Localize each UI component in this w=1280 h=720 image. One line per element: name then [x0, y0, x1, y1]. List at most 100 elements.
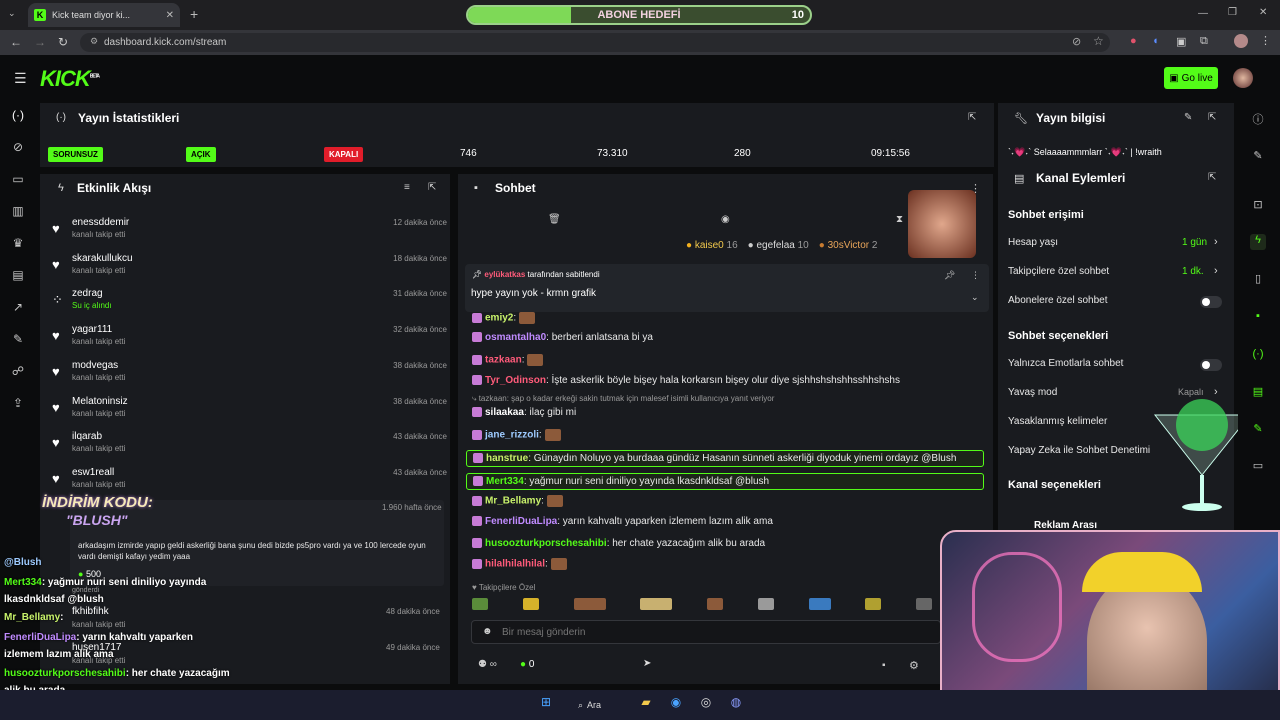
- window-icon[interactable]: ▭: [1250, 459, 1266, 475]
- settings-gear-icon[interactable]: ⚙: [909, 659, 919, 672]
- close-icon[interactable]: ✕: [166, 10, 174, 21]
- chat-message[interactable]: emiy2:: [472, 312, 536, 324]
- chat-mode-icon[interactable]: ◉: [721, 214, 730, 225]
- chat-message[interactable]: silaakaa: ilaç gibi mi: [472, 407, 576, 418]
- popout-icon[interactable]: ⇱: [1208, 112, 1216, 123]
- popout-icon[interactable]: ⇱: [428, 182, 436, 193]
- chevron-down-icon[interactable]: ⌄: [971, 292, 979, 303]
- eye-off-icon[interactable]: ⊘: [1072, 35, 1081, 48]
- obs-icon[interactable]: ◎: [696, 695, 716, 715]
- broadcast-icon[interactable]: (·): [1250, 348, 1266, 364]
- chat-username[interactable]: Tyr_Odinson: [485, 375, 546, 386]
- emote[interactable]: [640, 598, 673, 610]
- chat-message[interactable]: hilalhilalhilal:: [472, 558, 567, 570]
- wrench-icon[interactable]: ✎: [1250, 422, 1266, 438]
- pencil-icon[interactable]: ✎: [1250, 149, 1266, 165]
- back-icon[interactable]: ←: [10, 35, 22, 49]
- url-input[interactable]: dashboard.kick.com/stream: [80, 33, 1110, 52]
- browser-window-icon[interactable]: ▭: [10, 172, 26, 188]
- taskbar-search[interactable]: ⌕ Ara: [578, 695, 618, 715]
- chat-input[interactable]: ☻: [471, 620, 941, 644]
- chat-message[interactable]: Tyr_Odinson: İşte askerlik böyle bişey h…: [472, 375, 900, 386]
- analytics-icon[interactable]: ▥: [10, 204, 26, 220]
- emoji-icon[interactable]: ☻: [482, 626, 493, 637]
- chat-message[interactable]: osmantalha0: berberi anlatsana bi ya: [472, 332, 653, 343]
- chat-username[interactable]: Mert334: [486, 476, 524, 487]
- browser-tab[interactable]: K Kick team diyor ki... ✕: [28, 3, 180, 27]
- extension-icon-2[interactable]: ◖: [1152, 35, 1159, 47]
- toggle-switch[interactable]: [1200, 359, 1222, 371]
- filter-icon[interactable]: ≡: [404, 182, 410, 193]
- chat-message[interactable]: hanstrue: Günaydın Noluyo ya burdaaa gün…: [466, 450, 984, 467]
- minimize-icon[interactable]: —: [1198, 8, 1208, 19]
- emote[interactable]: [865, 598, 882, 610]
- discord-icon[interactable]: ◍: [726, 695, 746, 715]
- chat-message[interactable]: ⤷ tazkaan: şap o kadar erkeği sakin tutm…: [472, 394, 774, 404]
- chat-username[interactable]: jane_rizzoli: [485, 430, 539, 441]
- popout-icon[interactable]: ⇱: [968, 112, 976, 123]
- chat-message[interactable]: Mr_Bellamy:: [472, 495, 563, 507]
- pinned-menu-icon[interactable]: ⋮: [971, 270, 980, 281]
- extensions-puzzle-icon[interactable]: ⧉: [1200, 35, 1208, 48]
- chevron-right-icon[interactable]: ›: [1214, 265, 1218, 277]
- window-close-icon[interactable]: ✕: [1259, 7, 1267, 18]
- chat-username[interactable]: emiy2: [485, 313, 513, 324]
- chevron-right-icon[interactable]: ›: [1214, 236, 1218, 248]
- site-info-icon[interactable]: ⚙: [90, 36, 98, 47]
- new-tab-icon[interactable]: +: [190, 6, 198, 22]
- browser-menu-icon[interactable]: ⋮: [1260, 34, 1271, 47]
- chat-message[interactable]: husoozturkporschesahibi: her chate yazac…: [472, 538, 765, 549]
- emote[interactable]: [472, 598, 488, 610]
- hourglass-icon[interactable]: ⧗: [896, 214, 903, 225]
- chrome-icon[interactable]: ◉: [666, 695, 686, 715]
- file-explorer-icon[interactable]: ▰: [636, 695, 656, 715]
- profile-avatar[interactable]: [1234, 34, 1248, 48]
- windows-start-icon[interactable]: ⊞: [536, 695, 556, 715]
- chat-message[interactable]: FenerliDuaLipa: yarın kahvaltı yaparken …: [472, 516, 773, 527]
- user-avatar[interactable]: [1233, 68, 1253, 88]
- chat-username[interactable]: silaakaa: [485, 407, 524, 418]
- chat-username[interactable]: FenerliDuaLipa: [485, 516, 557, 527]
- emote[interactable]: [916, 598, 932, 610]
- chat-username[interactable]: hanstrue: [486, 453, 528, 464]
- chat-username[interactable]: tazkaan: [485, 355, 522, 366]
- emote[interactable]: [757, 598, 774, 610]
- chart-icon[interactable]: ↗: [10, 300, 26, 316]
- trophy-icon[interactable]: ♛: [10, 236, 26, 252]
- users-icon[interactable]: ☍: [10, 364, 26, 380]
- chat-icon[interactable]: ▪: [1250, 310, 1266, 326]
- chat-username[interactable]: osmantalha0: [485, 332, 546, 343]
- chat-message[interactable]: jane_rizzoli:: [472, 429, 561, 441]
- chat-message[interactable]: Mert334: yağmur nuri seni diniliyo yayın…: [466, 473, 984, 490]
- forward-icon[interactable]: →: [34, 35, 46, 49]
- toggle-switch[interactable]: [1200, 296, 1222, 308]
- trash-icon[interactable]: 🗑︎: [548, 214, 561, 225]
- maximize-icon[interactable]: ❐: [1228, 7, 1237, 18]
- chat-rules-icon[interactable]: ▪: [882, 660, 886, 671]
- go-live-button[interactable]: ▣ Go live: [1164, 67, 1218, 89]
- unpin-icon[interactable]: 📌︎: [944, 270, 955, 281]
- hamburger-menu-icon[interactable]: ☰: [14, 70, 27, 87]
- kick-logo[interactable]: KICKBETA: [40, 66, 100, 92]
- edit-icon[interactable]: ✎: [1184, 112, 1192, 123]
- link-icon[interactable]: ⊘: [10, 140, 26, 156]
- crop-icon[interactable]: ⊡: [1250, 198, 1266, 214]
- stream-icon[interactable]: (·): [10, 108, 26, 124]
- chat-username[interactable]: hilalhilalhilal: [485, 559, 545, 570]
- emote[interactable]: [808, 598, 831, 610]
- emote[interactable]: [573, 598, 606, 610]
- channel-points-icon[interactable]: ⚉ ∞: [478, 659, 497, 670]
- popout-icon[interactable]: ⇱: [1208, 172, 1216, 183]
- extension-icon[interactable]: ●: [1130, 35, 1137, 47]
- reload-icon[interactable]: ↻: [58, 35, 68, 49]
- chat-message-input[interactable]: [502, 624, 922, 640]
- emote[interactable]: [707, 598, 723, 610]
- info-icon[interactable]: ⓘ: [1250, 111, 1266, 127]
- lightning-icon[interactable]: ϟ: [1250, 234, 1266, 250]
- bookmark-star-icon[interactable]: ☆: [1093, 34, 1104, 48]
- extension-icon-3[interactable]: ▣: [1176, 35, 1186, 48]
- emote[interactable]: [522, 598, 539, 610]
- document-icon[interactable]: ▯: [1250, 272, 1266, 288]
- tab-list-icon[interactable]: ⌄: [8, 8, 16, 19]
- video-icon[interactable]: ▤: [10, 268, 26, 284]
